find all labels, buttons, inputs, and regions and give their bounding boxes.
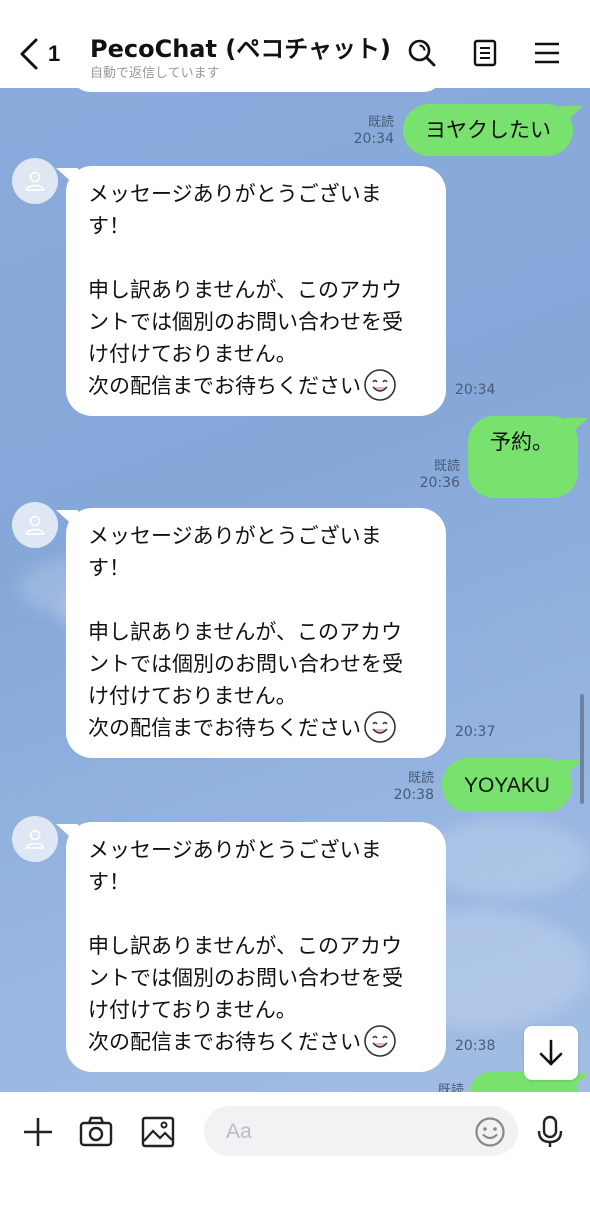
chat-status: 自動で返信しています (90, 66, 220, 81)
message-line: け付けておりません。 (88, 684, 297, 708)
microphone-icon (537, 1115, 563, 1147)
message-meta: 既読 20:36 (396, 458, 460, 492)
chat-area[interactable]: ヨヤクしたい 既読 20:34 メッセージありがとうございま す！ 申し訳ありま… (0, 88, 590, 1092)
message-bubble-partial (72, 88, 442, 92)
read-receipt: 既読 (433, 459, 460, 474)
message-meta: 既読 (400, 1082, 464, 1092)
message-time: 20:37 (455, 724, 496, 740)
outgoing-message[interactable]: YOYAKU (442, 758, 582, 812)
message-line: ントでは個別のお問い合わせを受 (88, 966, 403, 990)
chat-title: PecoChat (ペコチャット) (90, 35, 392, 63)
message-line: す！ (88, 214, 130, 238)
smiley-icon[interactable] (474, 1116, 506, 1148)
incoming-message[interactable]: メッセージありがとうございま す！ 申し訳ありませんが、このアカウ ントでは個別… (56, 822, 446, 1072)
message-line: 次の配信までお待ちください (88, 374, 361, 398)
avatar[interactable] (12, 816, 58, 862)
read-receipt: 既読 (367, 115, 394, 130)
scrollbar[interactable] (580, 694, 584, 804)
smiling-emoji-icon (364, 369, 396, 401)
message-composer: Aa (0, 1092, 590, 1220)
outgoing-message[interactable]: 予約。 (468, 416, 588, 498)
note-icon (473, 39, 497, 67)
add-button[interactable] (20, 1112, 56, 1152)
smiling-emoji-icon (364, 1025, 396, 1057)
message-text: YOYAKU (464, 774, 550, 797)
read-receipt: 既読 (437, 1083, 464, 1092)
message-line: 申し訳ありませんが、このアカウ (88, 278, 402, 302)
plus-icon (24, 1118, 52, 1146)
message-line: 次の配信までお待ちください (88, 716, 361, 740)
outgoing-message[interactable]: ヨヤクしたい (403, 104, 583, 156)
message-line: す！ (88, 556, 130, 580)
camera-button[interactable] (78, 1112, 114, 1152)
message-line: 申し訳ありませんが、このアカウ (88, 934, 402, 958)
message-time: 20:38 (455, 1038, 496, 1054)
avatar[interactable] (12, 502, 58, 548)
message-text: ヨヤクしたい (425, 118, 551, 142)
image-icon (141, 1116, 175, 1148)
message-line: け付けておりません。 (88, 342, 297, 366)
incoming-message[interactable]: メッセージありがとうございま す！ 申し訳ありませんが、このアカウ ントでは個別… (56, 166, 446, 416)
back-button[interactable]: 1 (18, 34, 68, 74)
user-icon (25, 171, 45, 191)
message-line: 次の配信までお待ちください (88, 1030, 361, 1054)
user-icon (25, 515, 45, 535)
message-line: メッセージありがとうございま (88, 182, 382, 206)
message-line: メッセージありがとうございま (88, 524, 382, 548)
message-meta: 既読 20:34 (330, 114, 394, 148)
image-button[interactable] (140, 1112, 176, 1152)
arrow-down-icon (539, 1039, 563, 1066)
message-line: す！ (88, 870, 130, 894)
search-button[interactable] (405, 36, 439, 70)
menu-button[interactable] (530, 36, 564, 70)
message-line: け付けておりません。 (88, 998, 297, 1022)
message-line: ントでは個別のお問い合わせを受 (88, 310, 403, 334)
message-time: 20:36 (419, 475, 460, 491)
message-line: 申し訳ありませんが、このアカウ (88, 620, 402, 644)
camera-icon (79, 1116, 113, 1147)
menu-icon (535, 42, 559, 64)
user-icon (25, 829, 45, 849)
message-line: メッセージありがとうございま (88, 838, 382, 862)
message-time: 20:34 (353, 131, 394, 147)
smiling-emoji-icon (364, 711, 396, 743)
read-receipt: 既読 (407, 771, 434, 786)
notes-button[interactable] (468, 36, 502, 70)
chat-header: 1 PecoChat (ペコチャット) 自動で返信しています (0, 0, 590, 88)
avatar[interactable] (12, 158, 58, 204)
voice-button[interactable] (532, 1112, 568, 1152)
message-time: 20:34 (455, 382, 496, 398)
message-text: 予約。 (490, 430, 553, 454)
chevron-left-icon (20, 38, 38, 70)
message-time: 20:38 (393, 787, 434, 803)
message-input-placeholder: Aa (226, 1120, 252, 1143)
search-icon (408, 39, 436, 67)
message-line: ントでは個別のお問い合わせを受 (88, 652, 403, 676)
message-meta: 既読 20:38 (370, 770, 434, 804)
unread-count: 1 (48, 41, 61, 66)
scroll-to-bottom-button[interactable] (524, 1026, 578, 1080)
incoming-message[interactable]: メッセージありがとうございま す！ 申し訳ありませんが、このアカウ ントでは個別… (56, 508, 446, 758)
